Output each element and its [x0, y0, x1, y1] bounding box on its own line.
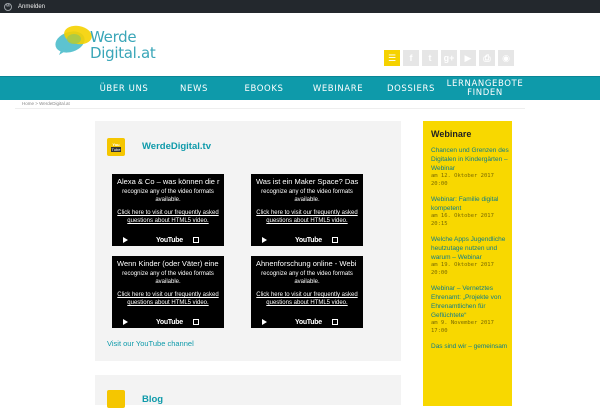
- video-faq-link[interactable]: Click here to visit our frequently asked…: [251, 291, 363, 307]
- video-error-message: recognize any of the video formats avail…: [261, 271, 353, 285]
- blog-icon: [107, 390, 125, 408]
- video-title[interactable]: Wenn Kinder (oder Väter) eine: [117, 259, 224, 268]
- social-icons: ☰ f t g+ ▶ ⎙ ◉: [384, 50, 514, 66]
- logo-line2: Digital.at: [90, 44, 156, 62]
- list-item: Webinar – Vernetztes Ehrenamt: „Projekte…: [431, 284, 512, 335]
- logo-line1: Werde: [90, 28, 137, 46]
- youtube-logo[interactable]: YouTube: [156, 319, 183, 326]
- list-item: Das sind wir – gemeinsam: [431, 342, 512, 351]
- play-icon[interactable]: [123, 319, 128, 325]
- webinar-date: am 19. Oktober 2017 20:00: [431, 262, 494, 276]
- list-item: Welche Apps Jugendliche heutzutage nutze…: [431, 235, 512, 277]
- print-icon[interactable]: ⎙: [479, 50, 495, 66]
- fullscreen-icon[interactable]: [331, 237, 338, 243]
- nav-item-news[interactable]: NEWS: [160, 77, 228, 101]
- admin-bar: W Anmelden: [0, 0, 600, 13]
- video-player[interactable]: Wenn Kinder (oder Väter) eine recognize …: [112, 256, 224, 328]
- divider: [15, 108, 525, 109]
- fullscreen-icon[interactable]: [192, 319, 199, 325]
- webinar-link[interactable]: Webinar – Vernetztes Ehrenamt: „Projekte…: [431, 284, 512, 320]
- youtube-channel-link[interactable]: Visit our YouTube channel: [107, 339, 194, 348]
- twitter-icon[interactable]: t: [422, 50, 438, 66]
- webinar-link[interactable]: Das sind wir – gemeinsam: [431, 342, 512, 351]
- nav-item-ueber-uns[interactable]: ÜBER UNS: [88, 77, 160, 101]
- video-controls: YouTube: [251, 234, 363, 246]
- video-title[interactable]: Ahnenforschung online - Webi: [256, 259, 363, 268]
- list-icon[interactable]: ☰: [384, 50, 400, 66]
- youtube-icon: You Tube: [107, 138, 125, 156]
- main-nav: ÜBER UNS NEWS EBOOKS WEBINARE DOSSIERS L…: [0, 76, 600, 100]
- fullscreen-icon[interactable]: [331, 319, 338, 325]
- googleplus-icon[interactable]: g+: [441, 50, 457, 66]
- youtube-icon[interactable]: ▶: [460, 50, 476, 66]
- video-error-message: recognize any of the video formats avail…: [122, 271, 214, 285]
- youtube-logo[interactable]: YouTube: [295, 319, 322, 326]
- youtube-logo[interactable]: YouTube: [156, 237, 183, 244]
- login-link[interactable]: Anmelden: [18, 4, 45, 10]
- video-title[interactable]: Alexa & Co – was können die r: [117, 177, 224, 186]
- nav-item-lernangebote[interactable]: LERNANGEBOTE FINDEN: [446, 77, 524, 101]
- video-faq-link[interactable]: Click here to visit our frequently asked…: [112, 291, 224, 307]
- youtube-section: You Tube WerdeDigital.tv Alexa & Co – wa…: [95, 121, 401, 361]
- section-title[interactable]: WerdeDigital.tv: [142, 141, 211, 152]
- breadcrumb[interactable]: Home > WerdeDigital.at: [22, 101, 70, 106]
- site-logo[interactable]: Werde Digital.at: [52, 20, 162, 70]
- webinar-date: am 12. Oktober 2017 20:00: [431, 173, 494, 187]
- blog-section: Blog: [95, 375, 401, 408]
- list-item: Chancen und Grenzen des Digitalen in Kin…: [431, 146, 512, 188]
- video-player[interactable]: Was ist ein Maker Space? Das recognize a…: [251, 174, 363, 246]
- video-player[interactable]: Alexa & Co – was können die r recognize …: [112, 174, 224, 246]
- webinar-date: am 16. Oktober 2017 20:15: [431, 213, 494, 227]
- webinar-link[interactable]: Chancen und Grenzen des Digitalen in Kin…: [431, 146, 512, 173]
- webinar-date: am 9. November 2017 17:00: [431, 320, 494, 334]
- sidebar-title: Webinare: [431, 129, 472, 139]
- webinar-link[interactable]: Webinar: Familie digital kompetent: [431, 195, 512, 213]
- fullscreen-icon[interactable]: [192, 237, 199, 243]
- video-title[interactable]: Was ist ein Maker Space? Das: [256, 177, 363, 186]
- wordpress-icon[interactable]: W: [4, 2, 12, 11]
- nav-item-webinare[interactable]: WEBINARE: [300, 77, 376, 101]
- play-icon[interactable]: [123, 237, 128, 243]
- play-icon[interactable]: [262, 237, 267, 243]
- video-faq-link[interactable]: Click here to visit our frequently asked…: [112, 209, 224, 225]
- logo-text: Werde Digital.at: [90, 29, 156, 61]
- video-controls: YouTube: [112, 316, 224, 328]
- rss-icon[interactable]: ◉: [498, 50, 514, 66]
- video-faq-link[interactable]: Click here to visit our frequently asked…: [251, 209, 363, 225]
- site-header: Werde Digital.at ☰ f t g+ ▶ ⎙ ◉: [0, 13, 600, 76]
- list-item: Webinar: Familie digital kompetent am 16…: [431, 195, 512, 228]
- youtube-icon-label-bottom: Tube: [110, 147, 122, 152]
- video-error-message: recognize any of the video formats avail…: [122, 189, 214, 203]
- play-icon[interactable]: [262, 319, 267, 325]
- webinar-link[interactable]: Welche Apps Jugendliche heutzutage nutze…: [431, 235, 512, 262]
- video-error-message: recognize any of the video formats avail…: [261, 189, 353, 203]
- video-controls: YouTube: [112, 234, 224, 246]
- video-player[interactable]: Ahnenforschung online - Webi recognize a…: [251, 256, 363, 328]
- video-controls: YouTube: [251, 316, 363, 328]
- nav-item-dossiers[interactable]: DOSSIERS: [376, 77, 446, 101]
- facebook-icon[interactable]: f: [403, 50, 419, 66]
- webinare-sidebar: Webinare Chancen und Grenzen des Digital…: [423, 121, 512, 406]
- youtube-logo[interactable]: YouTube: [295, 237, 322, 244]
- nav-item-ebooks[interactable]: EBOOKS: [228, 77, 300, 101]
